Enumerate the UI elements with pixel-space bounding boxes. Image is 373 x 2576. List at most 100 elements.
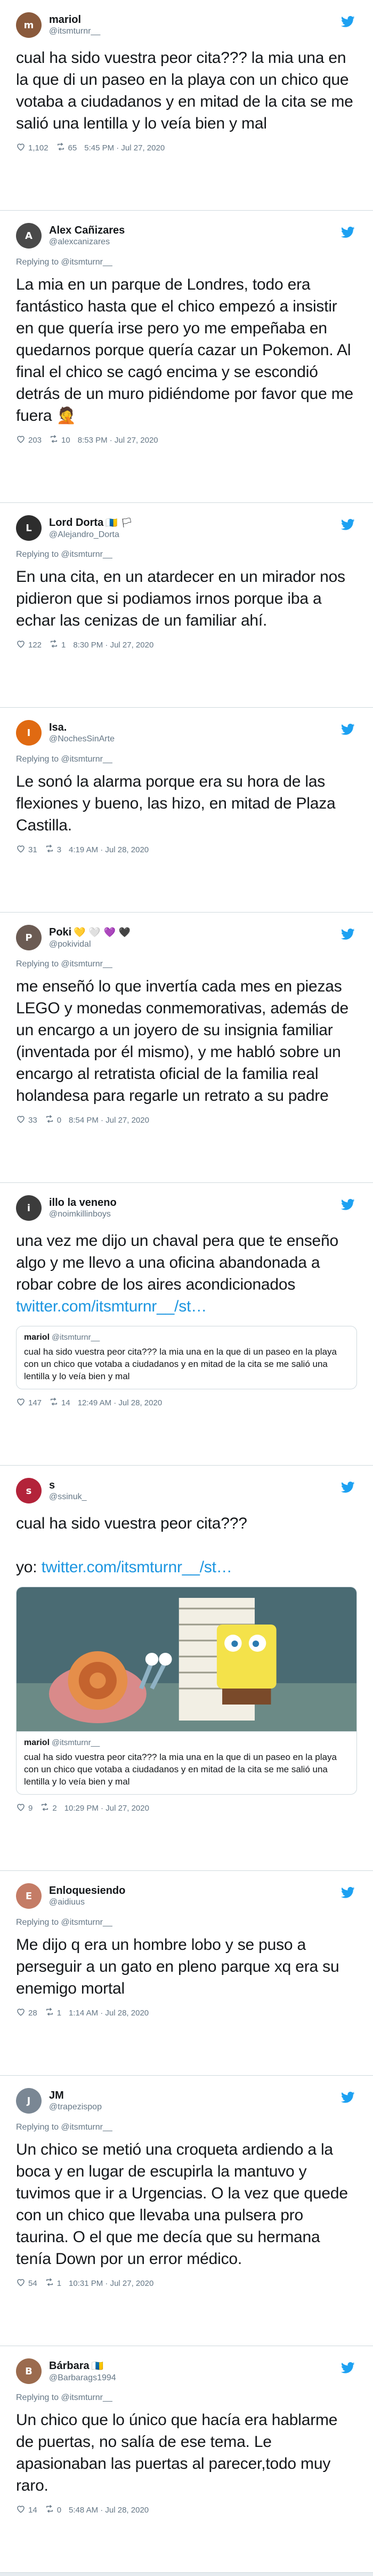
user-handle[interactable]: @Alejandro_Dorta <box>49 530 133 540</box>
user-handle[interactable]: @noimkillinboys <box>49 1209 117 1220</box>
display-name[interactable]: Alex Cañizares <box>49 224 125 237</box>
timestamp[interactable]: 5:45 PM · Jul 27, 2020 <box>84 143 165 153</box>
retweet-button[interactable]: 3 <box>45 844 61 855</box>
display-name[interactable]: Lord Dorta 🇮🇨 🏳 <box>49 516 133 530</box>
timestamp[interactable]: 10:29 PM · Jul 27, 2020 <box>64 1804 149 1813</box>
display-name[interactable]: Poki 💛 🤍 💜 🖤 <box>49 926 131 939</box>
retweet-button[interactable]: 1 <box>49 639 66 651</box>
twitter-bird-icon[interactable] <box>340 16 355 28</box>
retweet-button[interactable]: 10 <box>49 434 70 446</box>
avatar[interactable]: L <box>16 515 42 541</box>
tweet-card[interactable]: L Lord Dorta 🇮🇨 🏳 @Alejandro_Dorta Replying … <box>0 503 373 708</box>
retweet-count: 1 <box>56 2278 62 2288</box>
like-button[interactable]: 14 <box>16 2504 37 2516</box>
display-name[interactable]: Isa. <box>49 721 115 734</box>
tweet-body: una vez me dijo un chaval pera que te en… <box>16 1232 343 1293</box>
reply-mention[interactable]: @itsmturnr__ <box>61 1918 112 1927</box>
twitter-bird-icon[interactable] <box>340 1482 355 1493</box>
retweet-button[interactable]: 0 <box>45 1114 61 1126</box>
twitter-bird-icon[interactable] <box>340 929 355 940</box>
timestamp[interactable]: 8:53 PM · Jul 27, 2020 <box>78 436 158 445</box>
reply-mention[interactable]: @itsmturnr__ <box>61 959 112 969</box>
like-button[interactable]: 203 <box>16 434 42 446</box>
avatar[interactable]: B <box>16 2358 42 2384</box>
reply-mention[interactable]: @itsmturnr__ <box>61 2393 112 2402</box>
twitter-bird-icon[interactable] <box>340 519 355 531</box>
reply-mention[interactable]: @itsmturnr__ <box>61 550 112 559</box>
tweet-card[interactable]: B Bárbara 🇮🇨 @Barbarags1994 Replying to @its… <box>0 2346 373 2573</box>
user-handle[interactable]: @Barbarags1994 <box>49 2373 116 2383</box>
avatar[interactable]: I <box>16 720 42 746</box>
like-button[interactable]: 28 <box>16 2007 37 2019</box>
like-button[interactable]: 9 <box>16 1802 33 1814</box>
twitter-bird-icon[interactable] <box>340 227 355 238</box>
avatar[interactable]: E <box>16 1883 42 1909</box>
retweet-button[interactable]: 2 <box>40 1802 57 1814</box>
timestamp[interactable]: 1:14 AM · Jul 28, 2020 <box>69 2009 149 2018</box>
quoted-text: cual ha sido vuestra peor cita??? la mia… <box>24 1752 337 1787</box>
tweet-card[interactable]: E Enloquesiendo @aidiuus Replying to @itsmt… <box>0 1871 373 2076</box>
retweet-icon <box>49 434 61 446</box>
display-name[interactable]: Bárbara 🇮🇨 <box>49 2359 116 2373</box>
like-button[interactable]: 33 <box>16 1114 37 1126</box>
retweet-button[interactable]: 65 <box>56 142 77 154</box>
reply-context: Replying to @itsmturnr__ <box>16 550 357 559</box>
timestamp[interactable]: 12:49 AM · Jul 28, 2020 <box>78 1398 162 1407</box>
user-handle[interactable]: @NochesSinArte <box>49 734 115 745</box>
tweet-card[interactable]: P Poki 💛 🤍 💜 🖤 @pokividal Replying to @itsmt… <box>0 913 373 1183</box>
avatar[interactable]: m <box>16 12 42 38</box>
tweet-link[interactable]: twitter.com/itsmturnr__/st… <box>42 1558 232 1576</box>
meme-image[interactable] <box>16 1587 357 1731</box>
tweet-card[interactable]: m mariol @itsmturnr__ cual ha sido vuestra … <box>0 0 373 211</box>
display-name[interactable]: Enloquesiendo <box>49 1884 125 1897</box>
user-handle[interactable]: @trapezispop <box>49 2102 102 2113</box>
tweet-card[interactable]: s s @ssinuk_ cual ha sido vuestra peor cita… <box>0 1466 373 1871</box>
timestamp[interactable]: 8:54 PM · Jul 27, 2020 <box>69 1116 149 1125</box>
timestamp[interactable]: 4:19 AM · Jul 28, 2020 <box>69 845 149 854</box>
avatar[interactable]: J <box>16 2088 42 2114</box>
user-handle[interactable]: @itsmturnr__ <box>49 26 100 37</box>
display-name[interactable]: mariol <box>49 13 100 26</box>
tweet-card[interactable]: J JM @trapezispop Replying to @itsmturnr__ U… <box>0 2076 373 2346</box>
avatar[interactable]: P <box>16 925 42 950</box>
quoted-tweet[interactable]: mariol @itsmturnr__ cual ha sido vuestra p… <box>16 1326 357 1389</box>
tweet-card[interactable]: A Alex Cañizares @alexcanizares Replying to… <box>0 211 373 503</box>
user-handle[interactable]: @alexcanizares <box>49 237 125 247</box>
tweet-link[interactable]: twitter.com/itsmturnr__/st… <box>16 1298 207 1315</box>
reply-mention[interactable]: @itsmturnr__ <box>61 258 112 267</box>
twitter-bird-icon[interactable] <box>340 1887 355 1899</box>
reply-mention[interactable]: @itsmturnr__ <box>61 755 112 764</box>
user-handle[interactable]: @ssinuk_ <box>49 1492 87 1502</box>
timestamp[interactable]: 8:30 PM · Jul 27, 2020 <box>73 641 153 650</box>
display-name[interactable]: illo la veneno <box>49 1196 117 1209</box>
retweet-button[interactable]: 14 <box>49 1397 70 1409</box>
avatar[interactable]: s <box>16 1478 42 1503</box>
tweet-body: Un chico se metió una croqueta ardiendo … <box>16 2141 352 2268</box>
avatar[interactable]: i <box>16 1195 42 1221</box>
author-block: JM @trapezispop <box>49 2089 102 2113</box>
like-button[interactable]: 1,102 <box>16 142 48 154</box>
twitter-bird-icon[interactable] <box>340 1199 355 1211</box>
tweet-card[interactable]: I Isa. @NochesSinArte Replying to @itsmturn… <box>0 708 373 913</box>
retweet-button[interactable]: 1 <box>45 2007 61 2019</box>
display-name[interactable]: JM <box>49 2089 102 2102</box>
twitter-bird-icon[interactable] <box>340 2362 355 2374</box>
quoted-tweet[interactable]: mariol @itsmturnr__ cual ha sido vuestra p… <box>16 1731 357 1795</box>
tweet-card[interactable]: i illo la veneno @noimkillinboys una vez me… <box>0 1183 373 1466</box>
like-button[interactable]: 122 <box>16 639 42 651</box>
user-handle[interactable]: @aidiuus <box>49 1897 125 1908</box>
avatar[interactable]: A <box>16 223 42 249</box>
like-button[interactable]: 31 <box>16 844 37 855</box>
tweet-header: s s @ssinuk_ <box>16 1475 357 1506</box>
reply-mention[interactable]: @itsmturnr__ <box>61 2123 112 2132</box>
retweet-button[interactable]: 1 <box>45 2277 61 2289</box>
twitter-bird-icon[interactable] <box>340 724 355 735</box>
user-handle[interactable]: @pokividal <box>49 939 131 950</box>
timestamp[interactable]: 5:48 AM · Jul 28, 2020 <box>69 2506 149 2515</box>
timestamp[interactable]: 10:31 PM · Jul 27, 2020 <box>69 2279 153 2288</box>
display-name[interactable]: s <box>49 1479 87 1492</box>
like-button[interactable]: 54 <box>16 2277 37 2289</box>
retweet-button[interactable]: 0 <box>45 2504 61 2516</box>
like-button[interactable]: 147 <box>16 1397 42 1409</box>
twitter-bird-icon[interactable] <box>340 2092 355 2103</box>
